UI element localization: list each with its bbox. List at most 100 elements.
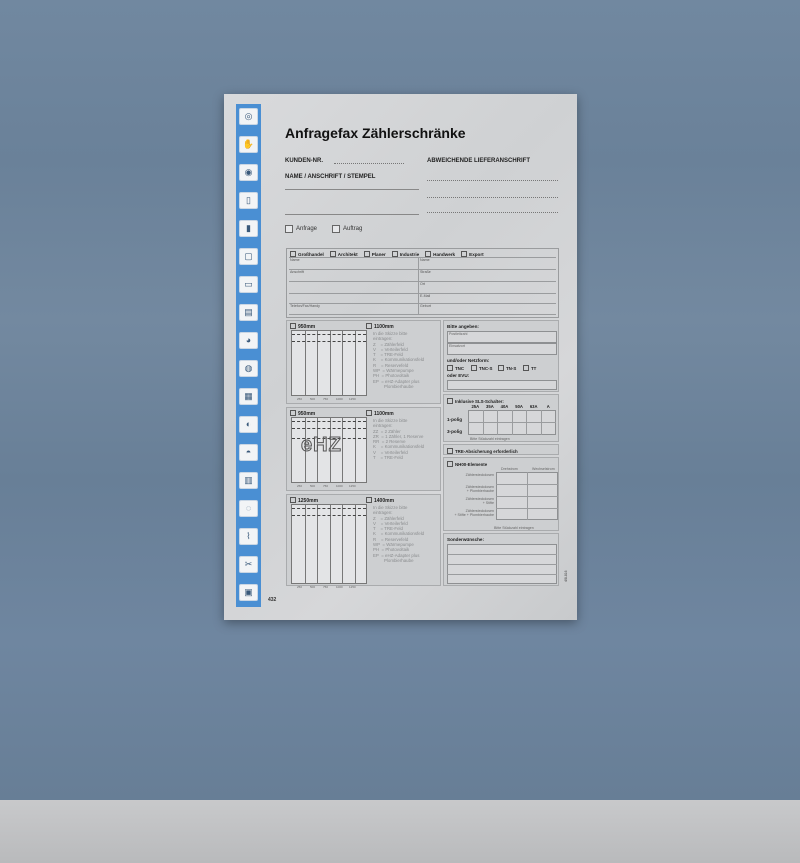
nh00-note: Bitte Stückzahl eintragen: [494, 526, 534, 530]
field-name-right[interactable]: Name: [420, 258, 430, 262]
nh00-column-1: Wechselstrom: [532, 467, 555, 471]
tre-panel: TRE-Absicherung erforderlich: [443, 444, 559, 455]
dimension-label: 750: [323, 585, 329, 589]
field-geburt[interactable]: Geburt: [420, 304, 431, 308]
panel-1-option-1[interactable]: 950mm: [290, 323, 315, 330]
panel-legend: In die Skizze bitte eintragen: ZZ = 2 Zä…: [373, 418, 425, 461]
dimension-label: 1000: [336, 484, 343, 488]
cabinet-panel-3: 1250mm 1400mm 250 500 750 1000 1250 In die Skiz…: [286, 494, 441, 589]
lieferanschrift-label: ABWEICHENDE LIEFERANSCHRIFT: [427, 158, 530, 164]
pliers-icon: ✂: [239, 556, 258, 573]
panel-2-option-1[interactable]: 950mm: [290, 410, 315, 417]
sls-column-35a: 35A: [486, 404, 494, 409]
name-line-2[interactable]: [285, 214, 419, 215]
dimension-label: 1000: [336, 397, 343, 401]
panel-1-option-2[interactable]: 1100mm: [366, 323, 394, 330]
kunden-nr-field[interactable]: [334, 163, 404, 164]
field-name-left[interactable]: Name: [290, 258, 300, 262]
wire-icon: ⌇: [239, 528, 258, 545]
dimension-label: 1250: [349, 484, 356, 488]
meter-icon: ◍: [239, 360, 258, 377]
sls-column-25a: 25A: [471, 404, 480, 409]
netzform-tnc-s[interactable]: TNC-S: [471, 365, 492, 371]
sonderwuensche-label: Sonderwünsche:: [447, 537, 485, 542]
box-icon: ▭: [239, 276, 258, 293]
postleitzahl-label: Postleitzahl: [449, 332, 468, 336]
anfrage-checkbox[interactable]: [285, 225, 293, 233]
einsatzort-label: Einsatzort: [449, 344, 465, 348]
frame-icon: ▢: [239, 248, 258, 265]
field-anschrift[interactable]: Anschrift: [290, 270, 304, 274]
lamp-icon: ◓: [239, 444, 258, 461]
cabinet-sketch[interactable]: [291, 330, 367, 396]
cable-icon: ◌: [239, 500, 258, 517]
name-line-1[interactable]: [285, 189, 419, 190]
dimension-label: 1250: [349, 585, 356, 589]
nh00-row-3: Zählersteckdosen + Stifte + Plombierhaub…: [454, 509, 494, 517]
panel-3-option-1[interactable]: 1250mm: [290, 497, 318, 504]
dimension-label: 1000: [336, 585, 343, 589]
floor: [0, 800, 800, 863]
panel-legend: In die Skizze bitte eintragen: Z = Zähle…: [373, 331, 425, 389]
dimension-label: 750: [323, 484, 329, 488]
nh00-row-2: Zählersteckdosen + Stifte: [465, 497, 494, 505]
sls-row-3polig: 3-polig: [447, 429, 463, 434]
netzform-tnc[interactable]: TNC: [447, 365, 464, 371]
liefer-line-2[interactable]: [427, 197, 558, 198]
evu-input[interactable]: [447, 380, 557, 390]
field-email[interactable]: E-Mail: [420, 294, 430, 298]
liefer-line-1[interactable]: [427, 180, 558, 181]
field-ort[interactable]: Ort: [420, 282, 425, 286]
dimension-label: 250: [297, 484, 303, 488]
panel-legend: In die Skizze bitte eintragen: Z = Zähle…: [373, 505, 425, 563]
switch-icon: ▯: [239, 192, 258, 209]
dimension-label: 750: [323, 397, 329, 401]
anfrage-label: Anfrage: [296, 226, 318, 232]
sls-column-63a: 63A: [529, 404, 538, 409]
sls-note: Bitte Stückzahl eintragen: [470, 437, 510, 441]
panel-3-option-2[interactable]: 1400mm: [366, 497, 394, 504]
sls-column-40a: 40A: [500, 404, 509, 409]
panel-2-option-2[interactable]: 1100mm: [366, 410, 394, 417]
nh00-column-0: Drehstrom: [501, 467, 518, 471]
nh00-checkbox[interactable]: NH00-Elemente: [447, 461, 487, 467]
plate-icon: ▣: [239, 584, 258, 601]
cabinet-sketch[interactable]: [291, 504, 367, 584]
sls-column-50a: 50A: [515, 404, 523, 409]
hand-icon: ✋: [239, 136, 258, 153]
document-sheet: ◎ ✋ ◉ ▯ ▮ ▢ ▭ ▤ ◕ ◍ ▦ ◐ ◓ ▥ ◌ ⌇ ✂ ▣ 432 4/8-816 Anfragefa…: [224, 94, 577, 620]
panel-icon: ▥: [239, 472, 258, 489]
field-strasse[interactable]: Straße: [420, 270, 431, 274]
category-rail: ◎ ✋ ◉ ▯ ▮ ▢ ▭ ▤ ◕ ◍ ▦ ◐ ◓ ▥ ◌ ⌇ ✂ ▣: [236, 104, 261, 607]
dimension-label: 500: [310, 397, 316, 401]
cabinet-panel-2: 950mm 1100mm 250 500 750 1000 1250 eHZ In die Sk…: [286, 407, 441, 491]
netzform-tn-s[interactable]: TN-S: [498, 365, 516, 371]
nh00-row-1: Zählersteckdosen + Plombierhaube: [465, 485, 494, 493]
page-number: 432: [268, 597, 277, 603]
name-label: NAME / ANSCHRIFT / STEMPEL: [285, 174, 376, 180]
enclosure-icon: ▤: [239, 304, 258, 321]
dimension-label: 1250: [349, 397, 356, 401]
auftrag-checkbox[interactable]: [332, 225, 340, 233]
cabinet-panel-1: 950mm 1100mm 250 500 750 1000 1250 In die Skizz…: [286, 320, 441, 404]
tre-checkbox[interactable]: TRE-Absicherung erforderlich: [447, 448, 518, 454]
netzform-tt[interactable]: TT: [523, 365, 536, 371]
dimension-label: 250: [297, 585, 303, 589]
ehz-badge: eHZ: [301, 434, 342, 457]
dimension-label: 500: [310, 484, 316, 488]
tool-icon: ◐: [239, 416, 258, 433]
sonderwuensche-panel: Sonderwünsche:: [443, 533, 559, 586]
ring-icon: ◎: [239, 108, 258, 125]
nh00-row-0: Zählersteckdosen: [465, 473, 494, 477]
nh00-panel: NH00-Elemente Bitte Stückzahl eintragen …: [443, 457, 559, 531]
liefer-line-3[interactable]: [427, 212, 558, 213]
dimension-label: 250: [297, 397, 303, 401]
fuse-icon: ◉: [239, 164, 258, 181]
kunden-nr-label: KUNDEN-NR.: [285, 158, 323, 164]
dimension-label: 500: [310, 585, 316, 589]
page-title: Anfragefax Zählerschränke: [285, 125, 466, 141]
bitte-angeben-label: Bitte angeben:: [447, 324, 479, 329]
field-telefon[interactable]: Telefon/Fax/Handy: [290, 304, 320, 308]
terminal-icon: ▮: [239, 220, 258, 237]
auftrag-label: Auftrag: [343, 226, 363, 232]
